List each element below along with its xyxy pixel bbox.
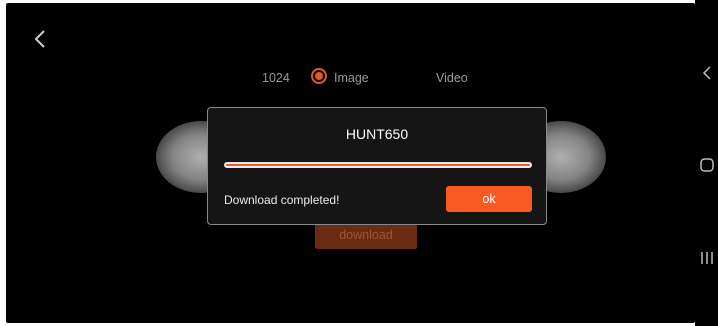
download-button[interactable]: download	[315, 221, 417, 249]
recents-nav-icon[interactable]	[695, 250, 718, 266]
home-nav-icon[interactable]	[695, 158, 718, 172]
back-button[interactable]	[26, 25, 54, 53]
download-dialog: HUNT650 Download completed! ok	[207, 107, 547, 225]
image-radio[interactable]	[311, 68, 327, 84]
progress-fill	[226, 164, 530, 166]
mode-selector: 1024 Image Video	[6, 67, 695, 89]
image-option-label[interactable]: Image	[334, 71, 369, 85]
download-progress-bar	[224, 162, 532, 168]
download-status: Download completed!	[224, 193, 340, 207]
app-screen: 1024 Image Video download HUNT650 Downlo…	[6, 3, 695, 323]
chevron-left-icon	[34, 30, 45, 48]
ok-button[interactable]: ok	[446, 186, 532, 212]
resolution-label: 1024	[262, 71, 290, 85]
dialog-title: HUNT650	[345, 126, 409, 142]
radio-selected-dot	[315, 72, 323, 80]
system-navigation-bar	[695, 0, 718, 326]
video-option-label[interactable]: Video	[436, 71, 468, 85]
back-nav-icon[interactable]	[695, 65, 718, 81]
